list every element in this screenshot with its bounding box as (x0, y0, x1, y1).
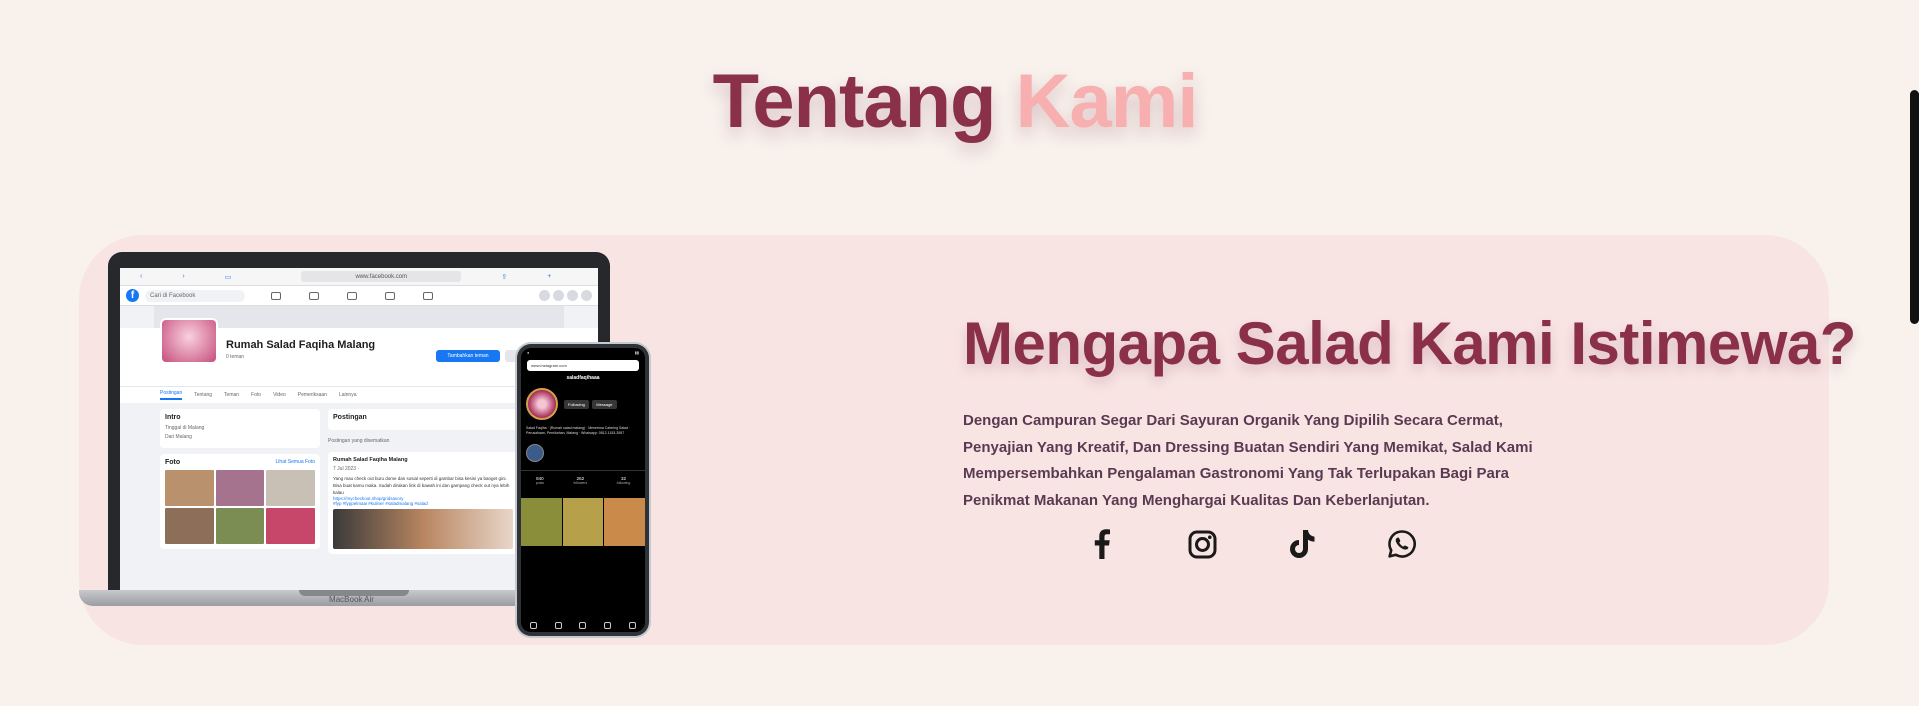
facebook-page-name: Rumah Salad Faqiha Malang (226, 339, 376, 351)
reader-icon: ▭ (224, 273, 232, 281)
facebook-tab: Tentang (194, 392, 213, 398)
facebook-tab: Foto (251, 392, 262, 398)
facebook-logo-icon: f (126, 289, 139, 302)
instagram-stat: 32 following (617, 476, 631, 485)
instagram-message-button: Message (592, 399, 617, 409)
facebook-tab: Pemeriksaan (297, 392, 327, 398)
instagram-photo-grid (521, 498, 645, 546)
notification-icon (567, 290, 578, 301)
instagram-photo (604, 498, 645, 546)
instagram-stat-label: posts (535, 481, 545, 485)
phone-mockup: ● ▮▮ www.instagram.com saladfaqihaaa Foll… (517, 344, 649, 636)
facebook-photo (215, 508, 265, 544)
facebook-photos-title: Foto (165, 459, 181, 466)
facebook-tab: Lainnya (338, 392, 357, 398)
facebook-intro-title: Intro (165, 414, 181, 421)
facebook-post-image (333, 509, 513, 549)
section-title: Tentang Kami (0, 58, 1910, 145)
forward-icon: › (182, 273, 185, 280)
section-title-primary: Tentang (712, 59, 997, 144)
facebook-tab: Postingan (160, 390, 183, 400)
instagram-bio: Salad Faqiha · (Rumah salad malang) · Me… (526, 426, 631, 435)
facebook-posts-header: Postingan (328, 409, 518, 430)
phone-status-bar: ● ▮▮ (527, 350, 639, 355)
friends-icon (309, 291, 319, 300)
facebook-posts-title: Postingan (333, 414, 367, 421)
facebook-left-column: Intro Tinggal di Malang Dari Malang Foto… (160, 409, 320, 554)
facebook-tab: Video (273, 392, 286, 398)
facebook-photo (266, 508, 315, 544)
facebook-post-author: Rumah Salad Faqiha Malang (333, 457, 408, 463)
reels-icon (579, 621, 587, 629)
home-icon (529, 621, 537, 629)
browser-url-text: www.facebook.com (355, 273, 408, 280)
instagram-stat-label: following (616, 481, 631, 485)
instagram-profile-head: Following Message (521, 385, 645, 423)
facebook-photo (215, 470, 265, 506)
home-icon (271, 291, 281, 300)
avatar (581, 290, 592, 301)
about-description: Dengan Campuran Segar Dari Sayuran Organ… (963, 412, 1533, 509)
facebook-icon[interactable] (1087, 528, 1117, 560)
social-links (1087, 528, 1417, 560)
facebook-main-column: Postingan Postingan yang disematkan Ruma… (328, 409, 518, 554)
flag-icon (347, 291, 357, 300)
phone-url-bar: www.instagram.com (527, 360, 639, 371)
facebook-post-text: Yang mau check out buru dome dan sosial … (333, 476, 510, 495)
facebook-photos-card: Foto Lihat Semua Foto (160, 454, 320, 549)
new-tab-icon: + (547, 273, 552, 280)
messenger-icon (553, 290, 564, 301)
facebook-photo (165, 508, 214, 544)
phone-bottom-bar (521, 618, 645, 632)
instagram-icon[interactable] (1187, 528, 1217, 560)
facebook-add-friend: Tambahkan teman (436, 350, 500, 362)
facebook-page-sub: 0 teman (226, 354, 245, 360)
search-icon (554, 621, 562, 629)
profile-icon (629, 621, 637, 629)
back-icon: ‹ (140, 273, 143, 280)
about-headline: Mengapa Salad Kami Istimewa? (963, 310, 1856, 377)
whatsapp-icon[interactable] (1387, 528, 1417, 560)
instagram-photo (521, 498, 562, 546)
facebook-photo (165, 470, 214, 506)
instagram-photo (562, 498, 604, 546)
instagram-handle: saladfaqihaaa (566, 375, 600, 381)
facebook-post-date: 7 Jul 2023 · (333, 466, 360, 472)
instagram-stat: 840 posts (536, 476, 544, 485)
instagram-stat-label: followers (573, 481, 588, 485)
facebook-profile-avatar (160, 318, 218, 364)
instagram-story-highlight (526, 444, 544, 462)
browser-url: www.facebook.com (301, 271, 462, 282)
facebook-navbar: f Cari di Facebook (120, 286, 598, 306)
marketplace-icon (385, 291, 395, 300)
instagram-profile-screenshot: ● ▮▮ www.instagram.com saladfaqihaaa Foll… (521, 348, 645, 632)
browser-toolbar: ‹ › ▭ www.facebook.com ⇪ + (120, 268, 598, 286)
share-icon: ⇪ (501, 273, 508, 281)
facebook-nav-icons (271, 291, 433, 300)
facebook-post-tags: #fyp #fyppelmaai #kuliner #saladmalang #… (333, 501, 428, 506)
instagram-stat: 262 followers (573, 476, 587, 485)
section-title-accent: Kami (1015, 59, 1199, 144)
instagram-stats: 840 posts 262 followers 32 following (521, 470, 645, 488)
facebook-photos-link: Lihat Semua Foto (275, 459, 315, 465)
facebook-post: Rumah Salad Faqiha Malang 7 Jul 2023 · Y… (328, 452, 518, 554)
facebook-photo-grid (165, 470, 315, 544)
page-scrollbar[interactable] (1910, 90, 1919, 324)
facebook-intro-line: Dari Malang (165, 434, 192, 440)
menu-icon (539, 290, 550, 301)
facebook-search: Cari di Facebook (145, 289, 245, 302)
facebook-pinned-label: Postingan yang disematkan (328, 438, 390, 444)
instagram-avatar (526, 388, 558, 420)
about-card: ‹ › ▭ www.facebook.com ⇪ + f Cari di Fac… (79, 235, 1856, 645)
tiktok-icon[interactable] (1287, 528, 1317, 560)
facebook-intro-line: Tinggal di Malang (165, 425, 205, 431)
facebook-account-icons (539, 290, 592, 301)
shop-icon (604, 621, 612, 629)
gaming-icon (423, 291, 433, 300)
facebook-tab: Teman (224, 392, 240, 398)
instagram-following-button: Following (564, 399, 589, 409)
facebook-intro-card: Intro Tinggal di Malang Dari Malang (160, 409, 320, 448)
facebook-photo (266, 470, 315, 506)
